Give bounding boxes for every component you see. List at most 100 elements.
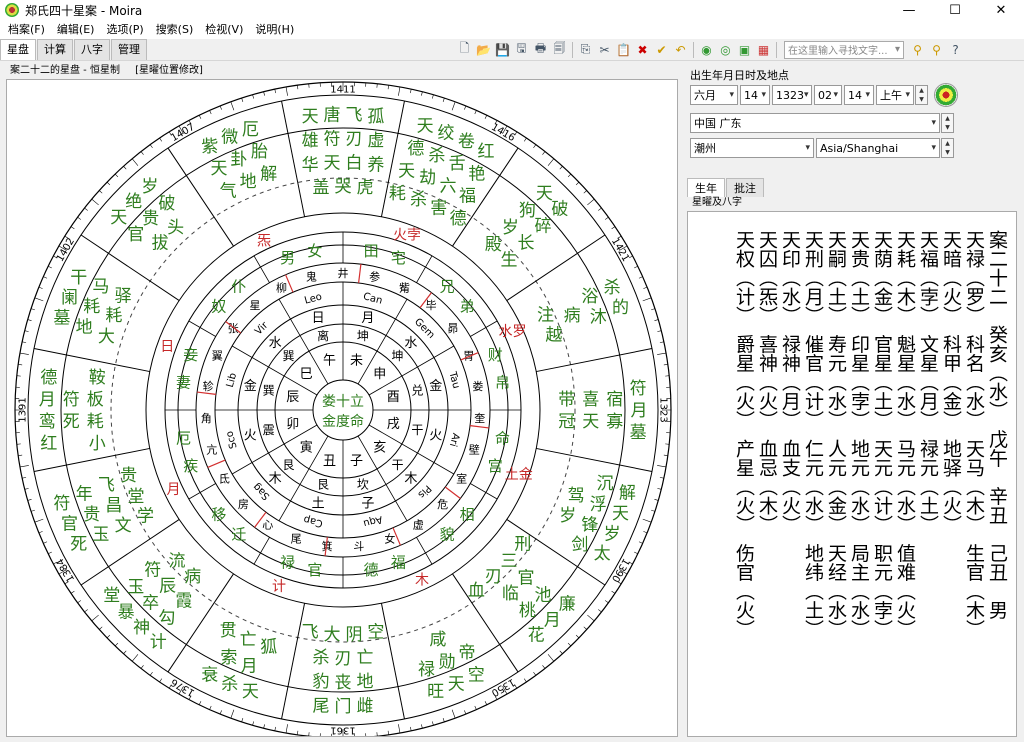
sector-star-text: 孤 — [367, 107, 384, 127]
search-input[interactable]: 在这里输入寻找文字... ▾ — [784, 40, 904, 59]
cut-icon[interactable]: ✂ — [595, 41, 614, 59]
print-preview-icon[interactable]: 🗐 — [550, 41, 569, 59]
minimize-button[interactable]: — — [886, 0, 932, 20]
sector-star-text: 劫 — [419, 168, 436, 188]
menu-view[interactable]: 检视(V) — [199, 20, 249, 39]
degree-label: 1384 — [55, 556, 77, 584]
sector-star-text: 雄 — [302, 131, 319, 151]
country-select[interactable]: 中国 广东 ▾ — [690, 113, 940, 133]
mansion-label: 柳 — [276, 281, 287, 295]
menu-help[interactable]: 说明(H) — [249, 20, 300, 39]
time-spinner[interactable]: ▲ ▼ — [915, 85, 928, 105]
sector-star-text: 墓 — [630, 423, 647, 443]
sector-star-text: 锋 — [581, 515, 598, 535]
degree-tick — [30, 308, 35, 311]
sector-star-text: 符 — [324, 129, 341, 149]
right-panel: 出生年月日时及地点 六月 ▾ 14 ▾ 1323 ▾ 02 ▾ 14 ▾ 上午 ▾ ▲ ▼ 中… — [684, 63, 1022, 740]
sector-star-text: 狗 — [519, 201, 536, 221]
stars-text-box[interactable]: 案二十二 癸亥（水） 戊午 辛丑 己丑 男 天禄（罗） 科名（水） 天马（木） … — [687, 211, 1017, 737]
degree-tick — [523, 137, 527, 142]
minute-select[interactable]: 14 ▾ — [844, 85, 874, 105]
chart-icon-c[interactable]: ▣ — [735, 41, 754, 59]
mansion-label: 角 — [201, 412, 212, 425]
sector-star-text: 绞 — [438, 124, 455, 144]
sector-star-text: 解 — [260, 164, 277, 184]
sector-star-text: 德 — [407, 139, 424, 159]
star-chart[interactable]: 1411 1416 1421 1323 1390 1350 1361 1376 1384 1391… — [6, 79, 678, 737]
degree-tick — [43, 276, 48, 279]
degree-tick — [22, 477, 27, 479]
tab-manage[interactable]: 管理 — [111, 39, 147, 60]
degree-tick — [598, 609, 602, 613]
tab-notes[interactable]: 批注 — [726, 178, 764, 197]
palace-label: 德 — [364, 561, 379, 579]
degree-label: 1407 — [169, 122, 197, 144]
sign-divider — [395, 500, 408, 522]
palace-label: 官 — [307, 561, 322, 579]
degree-tick — [34, 518, 44, 523]
close-button[interactable]: ✕ — [978, 0, 1024, 20]
menu-search[interactable]: 搜索(S) — [150, 20, 200, 39]
save-as-icon[interactable]: 🖫 — [512, 41, 531, 59]
degree-tick — [567, 642, 572, 647]
new-file-icon[interactable]: 🗋 — [455, 41, 474, 59]
chart-icon-a[interactable]: ◉ — [697, 41, 716, 59]
degree-tick — [19, 465, 29, 468]
mansion-label: 娄 — [472, 380, 483, 393]
menu-file[interactable]: 档案(F) — [2, 20, 51, 39]
degree-tick — [604, 600, 609, 604]
chart-icon-d[interactable]: ▦ — [754, 41, 773, 59]
day-select[interactable]: 14 ▾ — [740, 85, 770, 105]
country-spinner[interactable]: ▲ ▼ — [941, 113, 954, 133]
tab-birth-year[interactable]: 生年 — [687, 178, 725, 197]
star-chart-svg[interactable]: 1411 1416 1421 1323 1390 1350 1361 1376 1384 1391… — [7, 80, 678, 737]
menu-edit[interactable]: 编辑(E) — [51, 20, 101, 39]
sector-star-text: 剑 — [571, 535, 588, 555]
mansion-label: 井 — [338, 266, 349, 280]
sector-star-text: 月 — [631, 401, 648, 421]
sector-star-text: 天 — [210, 159, 227, 179]
ampm-select[interactable]: 上午 ▾ — [876, 85, 914, 105]
sector-star-text: 门 — [335, 697, 352, 717]
sector-star-text: 飞 — [345, 105, 362, 125]
sector-star-text: 官 — [517, 569, 534, 589]
degree-tick — [114, 642, 119, 647]
menu-options[interactable]: 选项(P) — [100, 20, 149, 39]
sector-star-text: 卷 — [458, 132, 475, 152]
sector-star-text: 桃 — [519, 601, 536, 621]
paste-icon[interactable]: 📋 — [614, 41, 633, 59]
tz-spinner[interactable]: ▲ ▼ — [941, 138, 954, 158]
sector-star-text: 马 — [92, 277, 109, 297]
menu-bar: 档案(F) 编辑(E) 选项(P) 搜索(S) 检视(V) 说明(H) — [0, 20, 1024, 39]
timezone-select[interactable]: Asia/Shanghai ▾ — [816, 138, 940, 158]
help-icon[interactable]: ? — [946, 41, 965, 59]
red-marker — [358, 264, 362, 284]
chart-icon-b[interactable]: ◎ — [716, 41, 735, 59]
tab-bazi[interactable]: 八字 — [74, 39, 110, 60]
hour-select[interactable]: 02 ▾ — [814, 85, 842, 105]
month-select[interactable]: 六月 ▾ — [690, 85, 738, 105]
city-select[interactable]: 潮州 ▾ — [690, 138, 814, 158]
print-icon[interactable]: 🖶 — [531, 41, 550, 59]
open-folder-icon[interactable]: 📂 — [474, 41, 493, 59]
copy-icon[interactable]: ⎘ — [576, 41, 595, 59]
save-icon[interactable]: 💾 — [493, 41, 512, 59]
sector-star-text: 盖 — [313, 178, 330, 198]
find-icon[interactable]: ⚲ — [908, 41, 927, 59]
tab-calc[interactable]: 计算 — [37, 39, 73, 60]
sector-star-text: 天 — [582, 412, 599, 432]
year-select[interactable]: 1323 ▾ — [772, 85, 812, 105]
palace-label: 兄 — [440, 277, 455, 295]
undo-icon[interactable]: ↶ — [671, 41, 690, 59]
delete-icon[interactable]: ✖ — [633, 41, 652, 59]
find-next-icon[interactable]: ⚲ — [927, 41, 946, 59]
sector-divider — [380, 603, 405, 720]
maximize-button[interactable]: ☐ — [932, 0, 978, 20]
degree-tick — [559, 650, 563, 654]
sector-star-text: 红 — [477, 142, 494, 162]
trigram-label: 震 — [263, 423, 275, 437]
tab-chart[interactable]: 星盘 — [0, 39, 36, 60]
check-icon[interactable]: ✔ — [652, 41, 671, 59]
sector-star-text: 大 — [324, 625, 341, 645]
calculate-chart-icon[interactable] — [934, 83, 958, 107]
